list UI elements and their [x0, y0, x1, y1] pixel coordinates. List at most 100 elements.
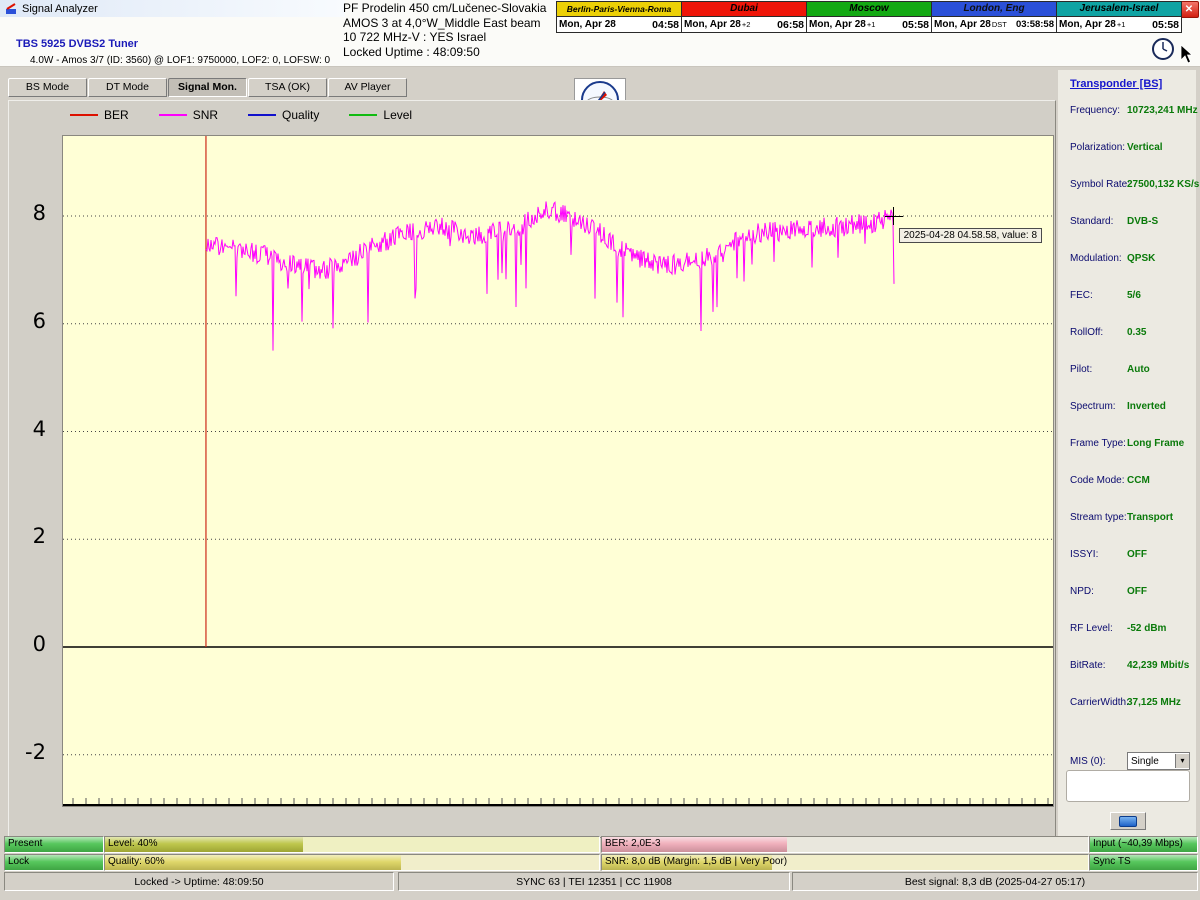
clock-time: 05:58 — [1152, 19, 1179, 31]
tp-field-value: Vertical — [1127, 142, 1163, 153]
clock-4: Jerusalem-IsraelMon, Apr 28+105:58 — [1057, 1, 1182, 33]
tp-field-stream-type-: Stream type:Transport — [1070, 512, 1192, 523]
tab-bs-mode[interactable]: BS Mode — [8, 78, 87, 97]
clock-datetime: Mon, Apr 28+206:58 — [682, 17, 806, 32]
transponder-tool-button[interactable] — [1110, 812, 1146, 830]
app-icon — [5, 3, 17, 15]
tp-field-value: OFF — [1127, 549, 1147, 560]
tp-field-label: Standard: — [1070, 216, 1127, 227]
clock-datetime: Mon, Apr 28DST03:58:58 — [932, 17, 1056, 32]
close-button[interactable]: ✕ — [1179, 1, 1199, 18]
statusbar-lock-uptime: Locked -> Uptime: 48:09:50 — [4, 872, 394, 891]
status-indicator-lock: Lock — [4, 854, 104, 871]
clock-0: Berlin-Paris-Vienna-RomaMon, Apr 2804:58 — [556, 1, 682, 33]
tp-field-modulation-: Modulation:QPSK — [1070, 253, 1192, 264]
title-bar[interactable]: Signal Analyzer — [0, 0, 345, 17]
tp-field-value: CCM — [1127, 475, 1150, 486]
tp-field-label: Code Mode: — [1070, 475, 1127, 486]
status-label: BER: 2,0E-3 — [605, 837, 661, 850]
status-label: Level: 40% — [108, 837, 157, 850]
tp-field-value: Long Frame — [1127, 438, 1184, 449]
tp-field-carrierwidth-: CarrierWidth:37,125 MHz — [1070, 697, 1192, 708]
tab-dt-mode[interactable]: DT Mode — [88, 78, 167, 97]
tp-field-standard-: Standard:DVB-S — [1070, 216, 1192, 227]
status-label: Quality: 60% — [108, 855, 165, 868]
tp-field-label: CarrierWidth: — [1070, 697, 1127, 708]
y-tick-label: 2 — [33, 524, 46, 548]
site-line-4: Locked Uptime : 48:09:50 — [343, 45, 546, 60]
tp-field-label: Stream type: — [1070, 512, 1127, 523]
clock-3: London, EngMon, Apr 28DST03:58:58 — [932, 1, 1057, 33]
status-label: Lock — [8, 855, 29, 868]
mode-tabs: BS ModeDT ModeSignal Mon.TSA (OK)AV Play… — [8, 78, 408, 97]
legend-label: Quality — [282, 108, 319, 122]
mis-row: MIS (0): Single ▾ — [1070, 752, 1192, 770]
clock-time: 05:58 — [902, 19, 929, 31]
status-meter-quality: Quality: 60% — [104, 854, 600, 871]
legend-label: Level — [383, 108, 412, 122]
legend-swatch — [70, 114, 98, 116]
y-tick-label: 0 — [33, 632, 46, 656]
clock-city: Moscow — [807, 2, 931, 17]
status-indicator-present: Present — [4, 836, 104, 853]
clock-date: Mon, Apr 28 — [809, 19, 866, 30]
tp-field-label: Polarization: — [1070, 142, 1127, 153]
legend-item-ber: BER — [70, 108, 129, 122]
clock-2: MoscowMon, Apr 28+105:58 — [807, 1, 932, 33]
tab-signal-mon-[interactable]: Signal Mon. — [168, 78, 247, 97]
transponder-empty-box — [1066, 770, 1190, 802]
signal-analyzer-window: Signal Analyzer ✕ PF Prodelin 450 cm/Luč… — [0, 0, 1200, 900]
tp-field-rolloff-: RollOff:0.35 — [1070, 327, 1192, 338]
status-indicator-sync-ts: Sync TS — [1089, 854, 1198, 871]
tp-field-bitrate-: BitRate:42,239 Mbit/s — [1070, 660, 1192, 671]
tp-field-label: Spectrum: — [1070, 401, 1127, 412]
site-info: PF Prodelin 450 cm/Lučenec-Slovakia AMOS… — [343, 1, 546, 59]
tp-field-pilot-: Pilot:Auto — [1070, 364, 1192, 375]
tp-field-spectrum-: Spectrum:Inverted — [1070, 401, 1192, 412]
transponder-panel: Transponder [BS] Frequency:10723,241 MHz… — [1058, 70, 1196, 836]
mis-value: Single — [1131, 756, 1159, 767]
legend-swatch — [248, 114, 276, 116]
tp-field-label: BitRate: — [1070, 660, 1127, 671]
transponder-title: Transponder [BS] — [1070, 78, 1162, 90]
y-tick-label: 4 — [33, 417, 46, 441]
tab-av-player[interactable]: AV Player — [328, 78, 407, 97]
tp-field-value: 0.35 — [1127, 327, 1146, 338]
chart-tooltip: 2025-04-28 04.58.58, value: 8 — [899, 228, 1042, 243]
tp-field-value: Auto — [1127, 364, 1150, 375]
status-indicator-input-40-39-mbps-: Input (~40,39 Mbps) — [1089, 836, 1198, 853]
site-line-3: 10 722 MHz-V : YES Israel — [343, 30, 546, 45]
clock-date: Mon, Apr 28 — [559, 19, 616, 30]
tp-field-fec-: FEC:5/6 — [1070, 290, 1192, 301]
tp-field-label: RF Level: — [1070, 623, 1127, 634]
mis-dropdown[interactable]: Single ▾ — [1127, 752, 1190, 770]
tp-field-label: Frame Type: — [1070, 438, 1127, 449]
tab-tsa-ok-[interactable]: TSA (OK) — [248, 78, 327, 97]
y-tick-label: 6 — [33, 309, 46, 333]
tp-field-rf-level-: RF Level:-52 dBm — [1070, 623, 1192, 634]
window-title: Signal Analyzer — [22, 3, 98, 15]
tp-field-value: Inverted — [1127, 401, 1166, 412]
statusbar-best-signal: Best signal: 8,3 dB (2025-04-27 05:17) — [792, 872, 1198, 891]
status-label: Present — [8, 837, 42, 850]
tp-field-label: ISSYI: — [1070, 549, 1127, 560]
tp-field-value: -52 dBm — [1127, 623, 1166, 634]
tp-field-label: Pilot: — [1070, 364, 1127, 375]
status-meter-snr: SNR: 8,0 dB (Margin: 1,5 dB | Very Poor) — [601, 854, 1089, 871]
statusbar-sync-counters: SYNC 63 | TEI 12351 | CC 11908 — [398, 872, 790, 891]
legend-label: BER — [104, 108, 129, 122]
y-axis-labels: 86420-2 — [0, 135, 56, 805]
clock-date: Mon, Apr 28 — [684, 19, 741, 30]
tuner-title: TBS 5925 DVBS2 Tuner — [16, 38, 138, 50]
clock-offset: +2 — [742, 20, 777, 29]
tp-field-value: 5/6 — [1127, 290, 1141, 301]
clock-1: DubaiMon, Apr 28+206:58 — [682, 1, 807, 33]
tp-field-label: FEC: — [1070, 290, 1127, 301]
plot-area[interactable]: 2025-04-28 04.58.58, value: 8 — [62, 135, 1054, 807]
mis-label: MIS (0): — [1070, 756, 1127, 767]
legend-swatch — [349, 114, 377, 116]
tuner-subtitle: 4.0W - Amos 3/7 (ID: 3560) @ LOF1: 97500… — [30, 55, 330, 66]
chart-crosshair — [893, 207, 894, 225]
tp-field-value: 37,125 MHz — [1127, 697, 1181, 708]
clock-city: Dubai — [682, 2, 806, 17]
